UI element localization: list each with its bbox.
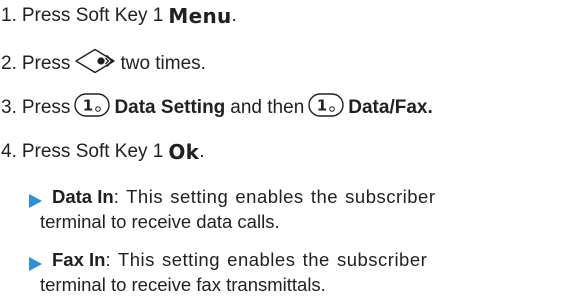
step-number: 4.: [1, 141, 17, 162]
step-text-after: two times.: [120, 53, 206, 74]
bullet-data-in: Data In: This setting enables the subscr…: [28, 184, 568, 234]
soft-key-label: Menu: [168, 4, 232, 28]
svg-text:1: 1: [83, 97, 93, 115]
step-number: 3.: [1, 97, 17, 118]
soft-key-label: Ok: [168, 140, 200, 164]
step-4: 4. Press Soft Key 1 Ok .: [1, 140, 205, 164]
step-2: 2. Press two times.: [1, 48, 206, 80]
bullet-text-line2: terminal to receive fax transmittals.: [40, 274, 326, 295]
menu-label-data-setting: Data Setting: [114, 97, 226, 118]
bullet-text-line2: terminal to receive data calls.: [40, 211, 280, 232]
bullet-arrow-icon: [27, 253, 43, 278]
step-text: Press Soft Key 1: [21, 5, 164, 26]
key-1-icon: 1: [308, 93, 344, 123]
step-number: 1.: [1, 5, 17, 26]
key-1-icon: 1: [74, 93, 111, 123]
nav-key-right-icon: [74, 48, 116, 80]
step-end: .: [231, 5, 237, 26]
bullet-fax-in: Fax In: This setting enables the subscri…: [28, 247, 568, 297]
bullet-text: : This setting enables the subscriber: [113, 186, 436, 207]
bullet-title: Fax In: [52, 249, 106, 270]
step-text: Press Soft Key 1: [21, 141, 164, 162]
step-3: 3. Press 1 Data Setting and then 1 Data/…: [1, 93, 433, 123]
bullet-text: : This setting enables the subscriber: [105, 249, 428, 270]
step-number: 2.: [1, 53, 17, 74]
step-press: Press: [21, 97, 71, 118]
step-end: .: [199, 141, 205, 162]
step-and-then: and then: [230, 97, 305, 118]
step-text: Press: [21, 53, 71, 74]
step-1: 1. Press Soft Key 1 Menu .: [1, 4, 237, 28]
svg-text:1: 1: [317, 97, 327, 115]
bullet-arrow-icon: [27, 190, 43, 215]
menu-label-data-fax: Data/Fax.: [348, 97, 433, 118]
bullet-title: Data In: [52, 186, 114, 207]
